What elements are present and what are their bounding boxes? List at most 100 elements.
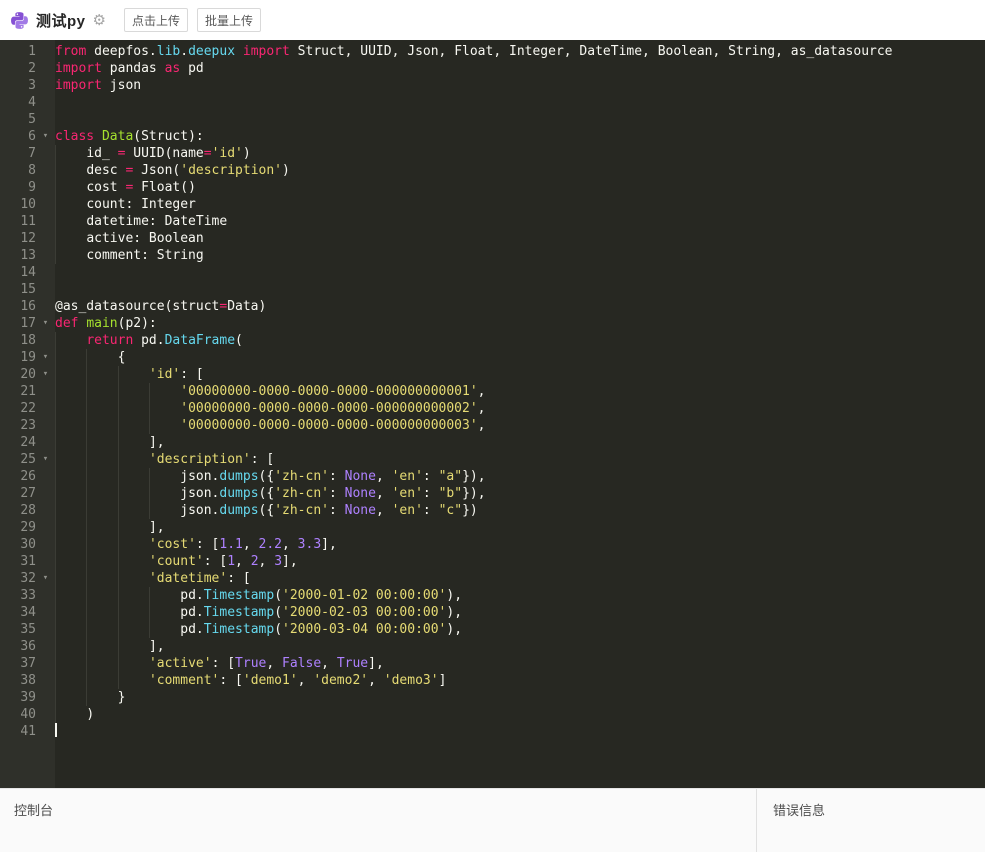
code-line[interactable]: 41 <box>0 723 985 740</box>
code-token: }), <box>462 486 485 501</box>
code-token: : [ <box>204 554 227 569</box>
code-token: 'id' <box>149 367 180 382</box>
code-line[interactable]: 1from deepfos.lib.deepux import Struct, … <box>0 43 985 60</box>
indent-guide <box>149 485 180 502</box>
code-line[interactable]: 5 <box>0 111 985 128</box>
code-token: Struct, UUID, Json, Float, Integer, Date… <box>290 44 893 59</box>
code-line[interactable]: 29 ], <box>0 519 985 536</box>
indent-guide <box>86 604 117 621</box>
code-token: 1.1 <box>219 537 242 552</box>
code-line[interactable]: 24 ], <box>0 434 985 451</box>
fold-spacer <box>36 213 55 230</box>
code-line[interactable]: 11 datetime: DateTime <box>0 213 985 230</box>
code-line[interactable]: 40 ) <box>0 706 985 723</box>
code-line[interactable]: 26 json.dumps({'zh-cn': None, 'en': "a"}… <box>0 468 985 485</box>
indent-guide <box>55 366 86 383</box>
code-token: "b" <box>439 486 462 501</box>
code-token: 'demo2' <box>313 673 368 688</box>
code-token: Data <box>102 129 133 144</box>
code-line[interactable]: 2import pandas as pd <box>0 60 985 77</box>
code-line[interactable]: 38 'comment': ['demo1', 'demo2', 'demo3'… <box>0 672 985 689</box>
code-token: ( <box>274 605 282 620</box>
code-token: json <box>102 78 141 93</box>
upload-button[interactable]: 点击上传 <box>124 8 188 32</box>
code-token: @as_datasource(struct <box>55 299 219 314</box>
line-number: 19 <box>0 349 36 366</box>
code-line[interactable]: 28 json.dumps({'zh-cn': None, 'en': "c"}… <box>0 502 985 519</box>
code-line[interactable]: 15 <box>0 281 985 298</box>
code-line[interactable]: 27 json.dumps({'zh-cn': None, 'en': "b"}… <box>0 485 985 502</box>
code-token: comment: String <box>86 248 203 263</box>
code-token: }) <box>462 503 478 518</box>
code-token: 3 <box>274 554 282 569</box>
code-text: 'id': [ <box>55 366 204 383</box>
code-line[interactable]: 8 desc = Json('description') <box>0 162 985 179</box>
code-line[interactable]: 20▾ 'id': [ <box>0 366 985 383</box>
code-text: pd.Timestamp('2000-03-04 00:00:00'), <box>55 621 462 638</box>
code-token: (p2): <box>118 316 157 331</box>
fold-arrow-icon[interactable]: ▾ <box>36 315 55 332</box>
app-window: 测试py ⚙ 点击上传 批量上传 1from deepfos.lib.deepu… <box>0 0 985 852</box>
code-token: '00000000-0000-0000-0000-000000000002' <box>180 401 477 416</box>
code-line[interactable]: 10 count: Integer <box>0 196 985 213</box>
code-line[interactable]: 34 pd.Timestamp('2000-02-03 00:00:00'), <box>0 604 985 621</box>
code-editor[interactable]: 1from deepfos.lib.deepux import Struct, … <box>0 40 985 788</box>
code-token: , <box>478 384 486 399</box>
code-line[interactable]: 4 <box>0 94 985 111</box>
code-token: 'zh-cn' <box>274 503 329 518</box>
code-line[interactable]: 12 active: Boolean <box>0 230 985 247</box>
indent-guide <box>118 587 149 604</box>
code-text: ], <box>55 434 165 451</box>
code-line[interactable]: 23 '00000000-0000-0000-0000-000000000003… <box>0 417 985 434</box>
indent-guide <box>86 536 117 553</box>
code-line[interactable]: 3import json <box>0 77 985 94</box>
indent-guide <box>118 655 149 672</box>
code-token: ( <box>274 622 282 637</box>
code-line[interactable]: 39 } <box>0 689 985 706</box>
fold-spacer <box>36 247 55 264</box>
code-line[interactable]: 17▾def main(p2): <box>0 315 985 332</box>
code-token: : [ <box>219 673 242 688</box>
indent-guide <box>118 553 149 570</box>
code-line[interactable]: 37 'active': [True, False, True], <box>0 655 985 672</box>
code-line[interactable]: 32▾ 'datetime': [ <box>0 570 985 587</box>
fold-arrow-icon[interactable]: ▾ <box>36 570 55 587</box>
batch-upload-button[interactable]: 批量上传 <box>197 8 261 32</box>
code-line[interactable]: 14 <box>0 264 985 281</box>
line-number: 40 <box>0 706 36 723</box>
fold-arrow-icon[interactable]: ▾ <box>36 128 55 145</box>
code-token: 3.3 <box>298 537 321 552</box>
fold-arrow-icon[interactable]: ▾ <box>36 366 55 383</box>
code-line[interactable]: 7 id_ = UUID(name='id') <box>0 145 985 162</box>
code-line[interactable]: 16@as_datasource(struct=Data) <box>0 298 985 315</box>
settings-gear-icon[interactable]: ⚙ <box>93 13 106 28</box>
line-number: 20 <box>0 366 36 383</box>
indent-guide <box>55 162 86 179</box>
code-line[interactable]: 33 pd.Timestamp('2000-01-02 00:00:00'), <box>0 587 985 604</box>
code-token: 'comment' <box>149 673 219 688</box>
line-number: 12 <box>0 230 36 247</box>
code-token: 'en' <box>392 469 423 484</box>
code-token: 2 <box>251 554 259 569</box>
line-number: 27 <box>0 485 36 502</box>
code-token: , <box>478 401 486 416</box>
code-line[interactable]: 36 ], <box>0 638 985 655</box>
code-token: 'active' <box>149 656 212 671</box>
code-line[interactable]: 31 'count': [1, 2, 3], <box>0 553 985 570</box>
fold-arrow-icon[interactable]: ▾ <box>36 451 55 468</box>
indent-guide <box>86 689 117 706</box>
code-line[interactable]: 19▾ { <box>0 349 985 366</box>
code-text: 'count': [1, 2, 3], <box>55 553 298 570</box>
code-line[interactable]: 22 '00000000-0000-0000-0000-000000000002… <box>0 400 985 417</box>
code-line[interactable]: 9 cost = Float() <box>0 179 985 196</box>
code-line[interactable]: 30 'cost': [1.1, 2.2, 3.3], <box>0 536 985 553</box>
code-line[interactable]: 13 comment: String <box>0 247 985 264</box>
fold-arrow-icon[interactable]: ▾ <box>36 349 55 366</box>
code-line[interactable]: 35 pd.Timestamp('2000-03-04 00:00:00'), <box>0 621 985 638</box>
code-token: def <box>55 316 78 331</box>
code-line[interactable]: 25▾ 'description': [ <box>0 451 985 468</box>
code-line[interactable]: 21 '00000000-0000-0000-0000-000000000001… <box>0 383 985 400</box>
indent-guide <box>86 638 117 655</box>
code-line[interactable]: 6▾class Data(Struct): <box>0 128 985 145</box>
code-line[interactable]: 18 return pd.DataFrame( <box>0 332 985 349</box>
